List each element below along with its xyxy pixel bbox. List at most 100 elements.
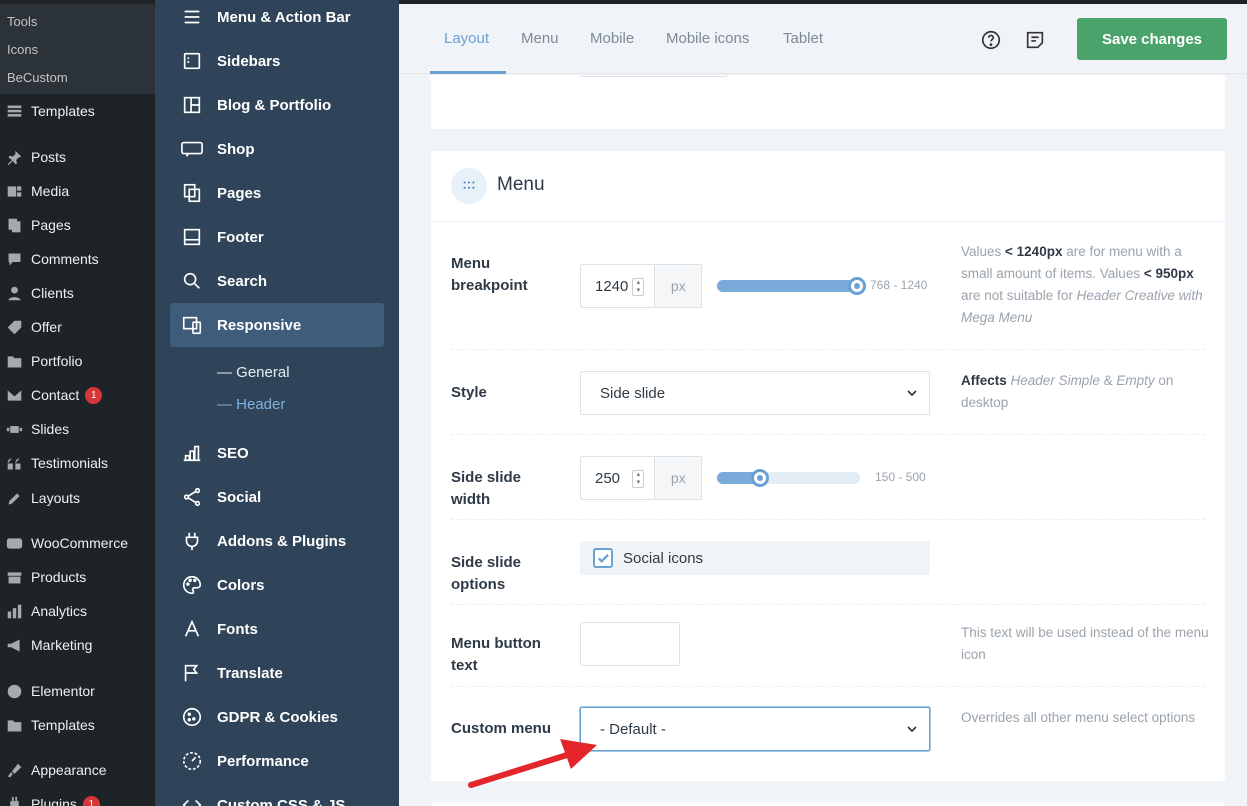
cookie-icon bbox=[180, 705, 204, 729]
pages-icon bbox=[180, 181, 204, 205]
share-icon bbox=[180, 485, 204, 509]
be-menu-gdpr-cookies[interactable]: GDPR & Cookies bbox=[170, 695, 384, 739]
be-menu-sidebars[interactable]: Sidebars bbox=[170, 39, 384, 83]
be-menu-label: Translate bbox=[217, 664, 283, 682]
prev-field-input[interactable] bbox=[580, 75, 727, 77]
be-menu-shop[interactable]: Shop bbox=[170, 127, 384, 171]
slider-thumb[interactable] bbox=[751, 469, 769, 487]
section-title: Menu bbox=[497, 174, 545, 195]
be-menu-menu-action-bar[interactable]: Menu & Action Bar bbox=[170, 0, 384, 39]
wp-menu-elementor[interactable]: Elementor bbox=[0, 676, 155, 706]
menu-breakpoint-slider[interactable] bbox=[717, 277, 866, 295]
font-icon bbox=[180, 617, 204, 641]
wp-menu-label: Contact bbox=[31, 387, 80, 403]
slider-thumb[interactable] bbox=[848, 277, 866, 295]
prev-section-card: padding mobile bbox=[431, 75, 1225, 129]
wp-submenu-item[interactable]: Icons bbox=[0, 36, 155, 64]
wp-menu-plugins[interactable]: Plugins 1 bbox=[0, 789, 155, 806]
wp-menu-label: Elementor bbox=[31, 683, 95, 699]
be-menu-footer[interactable]: Footer bbox=[170, 215, 384, 259]
side-width-input[interactable]: 250 ▴ ▾ px bbox=[580, 456, 702, 500]
unit-label: px bbox=[655, 265, 701, 307]
be-menu-seo[interactable]: SEO bbox=[170, 431, 384, 475]
wp-menu-clients[interactable]: Clients bbox=[0, 278, 155, 308]
be-submenu-general[interactable]: — General bbox=[217, 364, 290, 381]
slider-fill bbox=[717, 280, 857, 292]
be-menu-addons-plugins[interactable]: Addons & Plugins bbox=[170, 519, 384, 563]
woo-icon bbox=[4, 533, 24, 553]
be-menu-label: Pages bbox=[217, 184, 262, 202]
wp-menu-testimonials[interactable]: Testimonials bbox=[0, 448, 155, 478]
help-icon[interactable] bbox=[980, 29, 1002, 51]
wp-menu-slides[interactable]: Slides bbox=[0, 414, 155, 444]
wp-menu-portfolio[interactable]: Portfolio bbox=[0, 346, 155, 376]
wp-menu-posts[interactable]: Posts bbox=[0, 142, 155, 172]
be-menu-translate[interactable]: Translate bbox=[170, 651, 384, 695]
custom-menu-select[interactable]: - Default - bbox=[580, 707, 930, 751]
save-changes-button[interactable]: Save changes bbox=[1077, 18, 1227, 60]
tab-layout[interactable]: Layout bbox=[444, 4, 489, 74]
be-menu-performance[interactable]: Performance bbox=[170, 739, 384, 783]
tab-menu[interactable]: Menu bbox=[521, 4, 559, 74]
number-spinner[interactable]: ▴ ▾ bbox=[632, 470, 645, 488]
side-width-slider[interactable] bbox=[717, 469, 860, 487]
button-text-input[interactable] bbox=[580, 622, 680, 666]
megaphone-icon bbox=[4, 635, 24, 655]
be-menu-custom-css-js[interactable]: Custom CSS & JS bbox=[170, 783, 384, 806]
wp-menu-label: Templates bbox=[31, 717, 95, 733]
be-menu-label: Custom CSS & JS bbox=[217, 796, 346, 806]
tab-bar: Layout Menu Mobile Mobile icons Tablet S… bbox=[399, 4, 1247, 74]
folder-icon bbox=[4, 715, 24, 735]
field-separator bbox=[451, 686, 1205, 687]
be-menu-fonts[interactable]: Fonts bbox=[170, 607, 384, 651]
be-menu-colors[interactable]: Colors bbox=[170, 563, 384, 607]
quote-icon bbox=[4, 453, 24, 473]
wp-menu-layouts[interactable]: Layouts bbox=[0, 483, 155, 513]
wp-menu-woocommerce[interactable]: WooCommerce bbox=[0, 528, 155, 558]
be-menu-search[interactable]: Search bbox=[170, 259, 384, 303]
social-icons-checkbox-row[interactable]: Social icons bbox=[580, 541, 930, 575]
wp-menu-appearance[interactable]: Appearance bbox=[0, 755, 155, 785]
wp-submenu-item[interactable]: BeCustom bbox=[0, 64, 155, 92]
notes-icon[interactable] bbox=[1024, 29, 1046, 51]
options-content: padding mobile Menu Menu breakpoint 1240… bbox=[399, 75, 1247, 806]
wp-menu-contact[interactable]: Contact 1 bbox=[0, 380, 155, 410]
menu-breakpoint-label: Menu breakpoint bbox=[451, 255, 528, 294]
clients-icon bbox=[4, 283, 24, 303]
number-spinner[interactable]: ▴ ▾ bbox=[632, 278, 645, 296]
tab-mobile-icons[interactable]: Mobile icons bbox=[666, 4, 749, 74]
wp-menu-label: Posts bbox=[31, 149, 67, 165]
be-menu-label: Sidebars bbox=[217, 52, 281, 70]
wp-menu-analytics[interactable]: Analytics bbox=[0, 596, 155, 626]
mail-icon bbox=[4, 385, 24, 405]
wp-menu-offer[interactable]: Offer bbox=[0, 312, 155, 342]
tab-tablet[interactable]: Tablet bbox=[783, 4, 823, 74]
wp-submenu-item[interactable]: Tools bbox=[0, 8, 155, 36]
wp-menu-comments[interactable]: Comments bbox=[0, 244, 155, 274]
social-icons-checkbox[interactable] bbox=[593, 548, 613, 568]
be-menu-pages[interactable]: Pages bbox=[170, 171, 384, 215]
be-menu-social[interactable]: Social bbox=[170, 475, 384, 519]
wp-menu-templates[interactable]: Templates bbox=[0, 96, 155, 126]
wp-menu-label: WooCommerce bbox=[31, 535, 128, 551]
red-arrow-annotation bbox=[468, 739, 597, 788]
wp-menu-products[interactable]: Products bbox=[0, 562, 155, 592]
be-menu-label: Fonts bbox=[217, 620, 258, 638]
next-section-card bbox=[431, 802, 1225, 806]
be-menu-label: Search bbox=[217, 272, 268, 290]
wp-menu-marketing[interactable]: Marketing bbox=[0, 630, 155, 660]
wp-menu-label: Offer bbox=[31, 319, 62, 335]
tab-mobile[interactable]: Mobile bbox=[590, 4, 634, 74]
style-select[interactable]: Side slide bbox=[580, 371, 930, 415]
wp-menu-templates-2[interactable]: Templates bbox=[0, 710, 155, 740]
wp-menu-media[interactable]: Media bbox=[0, 176, 155, 206]
side-width-value: 250 bbox=[595, 469, 621, 487]
be-submenu-header[interactable]: — Header bbox=[217, 396, 285, 413]
wp-menu-label: Products bbox=[31, 569, 87, 585]
field-separator bbox=[451, 434, 1205, 435]
be-menu-responsive[interactable]: Responsive bbox=[170, 303, 384, 347]
be-menu-blog-portfolio[interactable]: Blog & Portfolio bbox=[170, 83, 384, 127]
menu-breakpoint-input[interactable]: 1240 ▴ ▾ px bbox=[580, 264, 702, 308]
side-width-label: Side slide width bbox=[451, 469, 522, 508]
wp-menu-pages[interactable]: Pages bbox=[0, 210, 155, 240]
